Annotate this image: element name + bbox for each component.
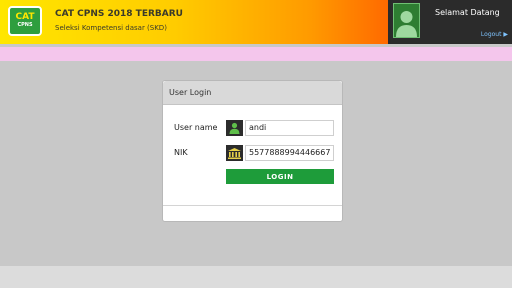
user-silhouette-icon (393, 3, 420, 38)
username-label: User name (174, 123, 218, 132)
bank-icon (226, 145, 243, 161)
login-panel-header: User Login (163, 81, 342, 105)
user-panel: Selamat Datang Logout ▶ (391, 0, 512, 43)
login-panel-footer-divider (163, 205, 342, 206)
brand-banner: CAT CPNS CAT CPNS 2018 TERBARU Seleksi K… (0, 0, 388, 44)
login-panel: User Login User name andi NIK 5577888994… (162, 80, 343, 222)
login-button[interactable]: LOGIN (226, 169, 334, 184)
app-logo: CAT CPNS (8, 6, 42, 36)
username-input[interactable]: andi (245, 120, 334, 136)
page-footer (0, 266, 512, 288)
app-title: CAT CPNS 2018 TERBARU (55, 9, 183, 19)
logo-text-top: CAT (15, 12, 35, 22)
login-panel-title: User Login (169, 88, 212, 97)
logo-text-bottom: CPNS (17, 22, 33, 28)
user-icon (226, 120, 243, 136)
app-subtitle: Seleksi Kompetensi dasar (SKD) (55, 24, 167, 32)
app-header: CAT CPNS CAT CPNS 2018 TERBARU Seleksi K… (0, 0, 512, 44)
pink-divider-bar (0, 47, 512, 61)
nik-input[interactable]: 5577888994446667 (245, 145, 334, 161)
nik-label: NIK (174, 148, 188, 157)
welcome-text: Selamat Datang (435, 8, 500, 17)
logout-link[interactable]: Logout ▶ (481, 31, 508, 38)
